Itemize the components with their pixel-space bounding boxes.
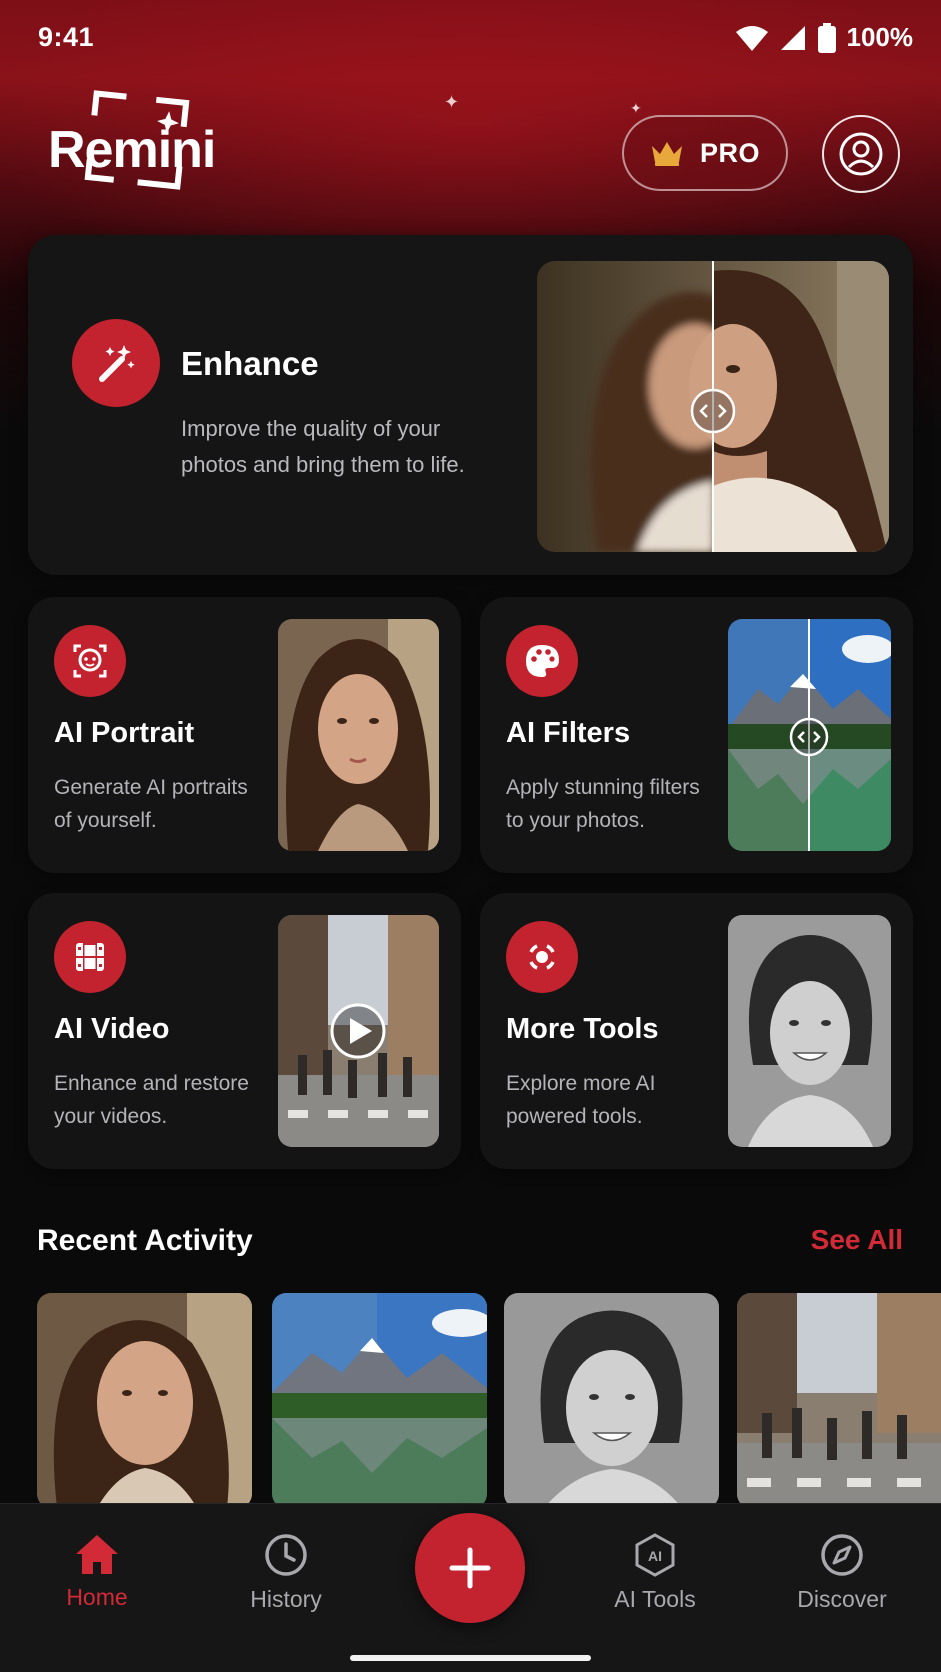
ai-portrait-description: Generate AI portraits of yourself. [54, 776, 248, 832]
crown-icon [651, 142, 682, 166]
ai-hexagon-icon: AI [635, 1533, 675, 1577]
ai-portrait-title: AI Portrait [54, 717, 195, 749]
nav-home[interactable]: Home [27, 1532, 167, 1611]
more-tools-card[interactable]: More Tools Explore more AI powered tools… [480, 893, 913, 1169]
enhance-description: Improve the quality of your photos and b… [181, 416, 465, 477]
film-icon [76, 943, 104, 971]
ai-filters-title: AI Filters [506, 717, 631, 749]
more-tools-description: Explore more AI powered tools. [506, 1072, 656, 1128]
enhance-before-after-image[interactable] [537, 261, 889, 552]
wifi-icon [735, 25, 768, 51]
ai-badge-text: AI [648, 1548, 662, 1564]
ai-video-image [278, 915, 439, 1147]
nav-ai-tools[interactable]: AI AI Tools [585, 1532, 725, 1613]
pro-button[interactable]: PRO [622, 115, 788, 191]
nav-history[interactable]: History [216, 1532, 356, 1613]
more-tools-image [728, 915, 891, 1147]
palette-icon [526, 645, 559, 677]
status-time: 9:41 [38, 22, 95, 52]
clock-icon [265, 1534, 307, 1576]
more-tools-icon-badge [506, 921, 578, 993]
recent-item[interactable] [37, 1293, 252, 1508]
ai-video-card[interactable]: AI Video Enhance and restore your videos… [28, 893, 461, 1169]
ai-video-icon-badge [54, 921, 126, 993]
ai-video-title: AI Video [54, 1013, 170, 1045]
nav-discover-label: Discover [797, 1586, 887, 1612]
profile-button[interactable] [822, 115, 900, 193]
enhance-card[interactable]: Enhance Improve the quality of your phot… [28, 235, 913, 575]
ai-filters-before-after-image [728, 619, 891, 851]
face-scan-icon [73, 644, 107, 678]
create-button[interactable] [415, 1513, 525, 1623]
see-all-link[interactable]: See All [811, 1224, 903, 1256]
enhance-icon-badge [72, 319, 160, 407]
ai-filters-description: Apply stunning filters to your photos. [506, 776, 700, 832]
ai-portrait-image [278, 619, 439, 851]
more-tools-title: More Tools [506, 1013, 659, 1045]
pro-label: PRO [699, 137, 760, 168]
logo-text: Remini [48, 121, 216, 179]
plus-icon [449, 1547, 491, 1589]
enhance-title: Enhance [181, 345, 319, 382]
cellular-signal-icon [780, 25, 805, 50]
remini-logo[interactable]: Remini [46, 88, 226, 203]
user-icon [839, 132, 883, 176]
nav-history-label: History [250, 1586, 322, 1612]
ai-portrait-card[interactable]: AI Portrait Generate AI portraits of you… [28, 597, 461, 873]
magic-wand-icon [99, 345, 135, 382]
recent-activity-title: Recent Activity [37, 1224, 253, 1257]
battery-percentage: 100% [846, 22, 914, 52]
home-indicator[interactable] [350, 1655, 591, 1661]
status-bar: 9:41 100% [0, 0, 941, 80]
ai-filters-icon-badge [506, 625, 578, 697]
ai-filters-card[interactable]: AI Filters Apply stunning filters to you… [480, 597, 913, 873]
nav-discover[interactable]: Discover [772, 1532, 912, 1613]
status-icons: 100% [735, 22, 914, 53]
recent-item[interactable] [737, 1293, 941, 1508]
nav-ai-tools-label: AI Tools [614, 1586, 696, 1612]
sparkle-decoration: ✦ [630, 100, 642, 116]
compass-icon [821, 1534, 863, 1576]
ai-portrait-icon-badge [54, 625, 126, 697]
ai-video-description: Enhance and restore your videos. [54, 1072, 249, 1128]
recent-item[interactable] [272, 1293, 487, 1508]
focus-scan-icon [529, 944, 555, 970]
sparkle-decoration: ✦ [444, 92, 460, 112]
home-icon [76, 1535, 118, 1574]
portrait-comparison-illustration [537, 261, 889, 552]
nav-home-label: Home [66, 1584, 128, 1610]
recent-item[interactable] [504, 1293, 719, 1508]
battery-icon [817, 22, 836, 53]
